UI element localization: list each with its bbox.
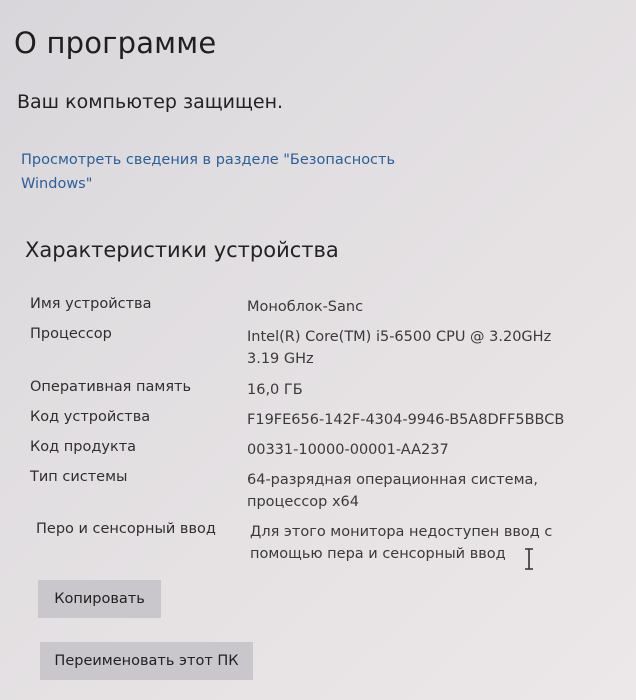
protection-status: Ваш компьютер защищен. (17, 91, 284, 113)
spec-value: 16,0 ГБ (247, 382, 303, 398)
device-specs-title: Характеристики устройства (25, 238, 339, 262)
text-cursor-icon (525, 548, 533, 570)
copy-button[interactable]: Копировать (38, 580, 161, 618)
spec-label: Перо и сенсорный ввод (36, 521, 216, 537)
spec-value: 64-разрядная операционная система, проце… (247, 472, 539, 510)
page-title: О программе (14, 26, 217, 60)
spec-value: Intel(R) Core(TM) i5-6500 CPU @ 3.20GHz … (247, 329, 552, 367)
spec-label: Код продукта (30, 439, 137, 455)
spec-label: Процессор (30, 326, 112, 342)
spec-label: Имя устройства (30, 296, 152, 312)
spec-value: F19FE656-142F-4304-9946-B5A8DFF5BBCB (247, 412, 565, 428)
windows-security-link[interactable]: Просмотреть сведения в разделе "Безопасн… (21, 148, 441, 196)
rename-pc-button[interactable]: Переименовать этот ПК (40, 642, 253, 680)
spec-label: Тип системы (30, 469, 128, 485)
spec-label: Код устройства (30, 409, 151, 425)
spec-label: Оперативная память (30, 379, 192, 395)
spec-value: Моноблок-Sanc (247, 299, 364, 315)
spec-value: 00331-10000-00001-AA237 (247, 442, 449, 458)
